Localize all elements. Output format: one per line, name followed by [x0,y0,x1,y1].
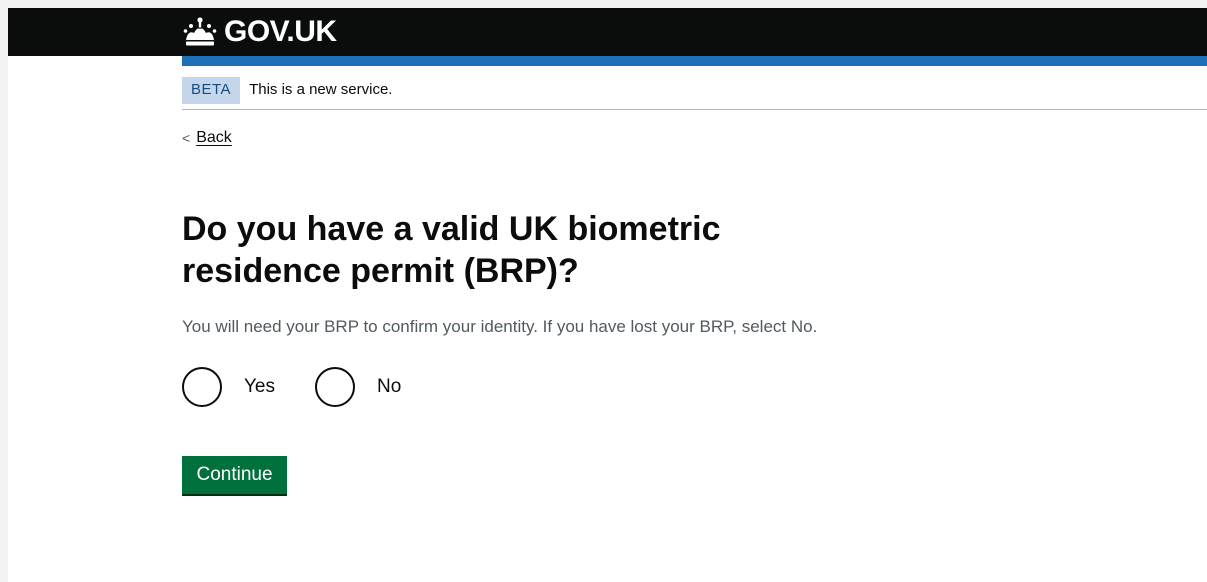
radio-group: Yes No [182,367,441,407]
govuk-logo-link[interactable]: GOV.UK [182,12,337,52]
site-header: GOV.UK [8,8,1207,56]
continue-button[interactable]: Continue [182,456,287,494]
radio-option-no[interactable]: No [315,367,401,407]
header-accent-bar [182,56,1207,66]
logo-text: GOV.UK [224,15,337,48]
page: GOV.UK BETA This is a new service. < Bac… [8,8,1207,582]
page-title: Do you have a valid UK biometric residen… [182,210,721,290]
radio-label-yes: Yes [244,376,275,397]
radio-option-yes[interactable]: Yes [182,367,275,407]
phase-banner: BETA This is a new service. [182,75,1207,110]
phase-tag: BETA [182,77,241,104]
radio-button-yes[interactable] [182,367,222,407]
back-link-label: Back [196,129,232,146]
crown-icon [183,17,217,46]
question-hint: You will need your BRP to confirm your i… [182,317,818,336]
radio-label-no: No [377,376,402,397]
chevron-left-icon: < [182,130,191,146]
radio-button-no[interactable] [315,367,355,407]
back-link[interactable]: < Back [182,129,232,147]
phase-banner-text: This is a new service. [249,81,393,98]
